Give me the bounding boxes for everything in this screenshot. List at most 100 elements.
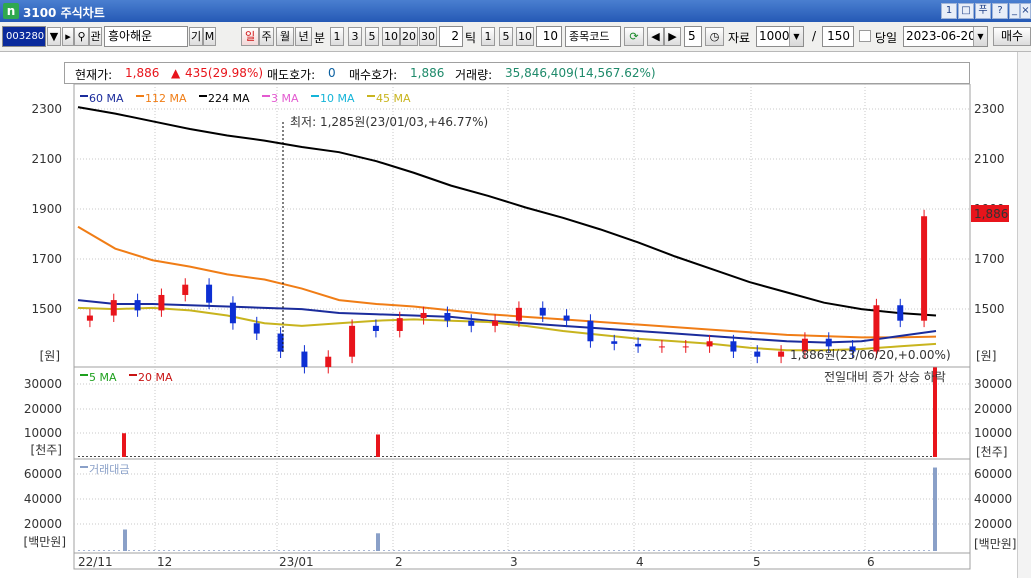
stock-code-selector[interactable]: 종목코드 bbox=[565, 26, 621, 47]
stock-name-field[interactable]: 흥아해운 bbox=[104, 26, 188, 47]
chevron-down-icon[interactable]: ▼ bbox=[789, 27, 803, 46]
price-tick-label: 2300 bbox=[31, 102, 62, 116]
today-checkbox[interactable] bbox=[859, 30, 871, 42]
volume-bar bbox=[902, 456, 904, 457]
amount-bar bbox=[663, 550, 665, 551]
amount-tick-label: 60000 bbox=[24, 467, 62, 481]
next-icon[interactable]: ▶ bbox=[664, 27, 681, 46]
quote-info-bar: 현재가: 1,886 ▲ 435(29.98%) 매도호가: 0 매수호가: 1… bbox=[64, 62, 970, 84]
m-button[interactable]: M bbox=[203, 27, 216, 46]
clock-icon[interactable]: ◷ bbox=[705, 27, 724, 46]
volume-bar bbox=[102, 456, 104, 457]
minute-10-button[interactable]: 10 bbox=[382, 27, 400, 46]
volume-bar bbox=[622, 456, 624, 457]
candle-body bbox=[492, 320, 499, 326]
volume-bar bbox=[86, 456, 88, 457]
amount-bar bbox=[338, 550, 340, 551]
tick-5-button[interactable]: 5 bbox=[499, 27, 513, 46]
search-icon[interactable]: ⚲ bbox=[74, 27, 89, 46]
vertical-scrollbar[interactable] bbox=[1017, 52, 1031, 578]
prev-icon[interactable]: ◀ bbox=[647, 27, 664, 46]
amount-bar bbox=[508, 550, 510, 551]
volume-bar bbox=[410, 456, 412, 457]
minute-30-button[interactable]: 30 bbox=[419, 27, 437, 46]
candle-body bbox=[587, 320, 594, 342]
help-icon[interactable]: ? bbox=[992, 3, 1008, 19]
amount-bar bbox=[388, 550, 390, 551]
display-count-input[interactable]: 150 bbox=[822, 26, 854, 47]
amount-bar bbox=[263, 550, 265, 551]
tick-10-button[interactable]: 10 bbox=[516, 27, 534, 46]
volume-bar bbox=[550, 456, 552, 457]
amount-spike-bar bbox=[376, 533, 380, 551]
volume-bar bbox=[162, 456, 164, 457]
minute-5-button[interactable]: 5 bbox=[365, 27, 379, 46]
amount-bar bbox=[773, 550, 775, 551]
date-value: 2023-06-20 bbox=[906, 29, 976, 43]
amount-bar bbox=[463, 550, 465, 551]
volume-bar bbox=[754, 456, 756, 457]
gwan-button[interactable]: 관 bbox=[89, 27, 102, 46]
volume-bar bbox=[602, 456, 604, 457]
candle-body bbox=[635, 343, 642, 347]
period-day-button[interactable]: 일 bbox=[241, 27, 259, 46]
code-dropdown-icon[interactable]: ▼ bbox=[47, 27, 61, 46]
amount-bar bbox=[748, 550, 750, 551]
volume-bar bbox=[294, 456, 296, 457]
period-week-button[interactable]: 주 bbox=[259, 27, 274, 46]
volume-bar bbox=[510, 456, 512, 457]
minute-3-button[interactable]: 3 bbox=[348, 27, 362, 46]
stock-code-input[interactable]: 003280 bbox=[2, 26, 46, 47]
volume-label: 거래량: bbox=[455, 68, 493, 82]
toolbar: 003280 ▼ ▸ ⚲ 관 흥아해운 기 M 일 주 월 년 분 1 3 5 … bbox=[0, 22, 1031, 52]
date-select[interactable]: 2023-06-20 ▼ bbox=[903, 26, 988, 47]
step-input[interactable]: 5 bbox=[684, 26, 702, 47]
amount-bar bbox=[843, 550, 845, 551]
amount-bar bbox=[628, 550, 630, 551]
slash-label: / bbox=[812, 29, 817, 43]
close-icon[interactable]: × bbox=[1020, 3, 1031, 19]
volume-bar bbox=[702, 456, 704, 457]
minute-20-button[interactable]: 20 bbox=[400, 27, 418, 46]
price-tick-label-right: 2100 bbox=[974, 152, 1005, 166]
data-count-select[interactable]: 1000 ▼ bbox=[756, 26, 804, 47]
amount-bar bbox=[648, 550, 650, 551]
volume-bar bbox=[802, 456, 804, 457]
period-year-button[interactable]: 년 bbox=[295, 27, 312, 46]
minute-1-button[interactable]: 1 bbox=[330, 27, 344, 46]
buy-button[interactable]: 매수 bbox=[993, 27, 1031, 46]
tick-1-button[interactable]: 1 bbox=[481, 27, 495, 46]
volume-bar bbox=[774, 456, 776, 457]
chevron-down-icon[interactable]: ▼ bbox=[973, 27, 987, 46]
volume-bar bbox=[174, 456, 176, 457]
amount-bar bbox=[93, 550, 95, 551]
price-unit-label-right: [원] bbox=[976, 349, 996, 363]
amount-bar bbox=[893, 550, 895, 551]
amount-bar bbox=[558, 550, 560, 551]
window-number-button[interactable]: 1 bbox=[941, 3, 957, 19]
tick-custom-input[interactable]: 10 bbox=[536, 26, 562, 47]
amount-bar bbox=[498, 550, 500, 551]
minimize-icon[interactable]: _ bbox=[1009, 3, 1020, 19]
period-month-button[interactable]: 월 bbox=[276, 27, 294, 46]
amount-bar bbox=[118, 550, 120, 551]
window-pin-button[interactable]: 푸 bbox=[975, 3, 991, 19]
volume-bar bbox=[362, 456, 364, 457]
gi-button[interactable]: 기 bbox=[189, 27, 203, 46]
amount-bar bbox=[213, 550, 215, 551]
volume-bar bbox=[878, 456, 880, 457]
volume-bar bbox=[726, 456, 728, 457]
volume-bar bbox=[326, 456, 328, 457]
amount-bar bbox=[148, 550, 150, 551]
amount-bar bbox=[453, 550, 455, 551]
stock-chart[interactable]: 2300 2100 1900 1700 1500 [원] 2300 2100 1… bbox=[0, 84, 1031, 578]
volume-bar bbox=[130, 456, 132, 457]
play-icon[interactable]: ▸ bbox=[62, 27, 74, 46]
refresh-icon[interactable]: ⟳ bbox=[624, 27, 644, 46]
volume-bar bbox=[182, 456, 184, 457]
volume-bar bbox=[426, 456, 428, 457]
amount-bar bbox=[783, 550, 785, 551]
window-restore-icon[interactable]: □ bbox=[958, 3, 974, 19]
tick-count-input[interactable]: 2 bbox=[439, 26, 463, 47]
amount-bar bbox=[273, 550, 275, 551]
